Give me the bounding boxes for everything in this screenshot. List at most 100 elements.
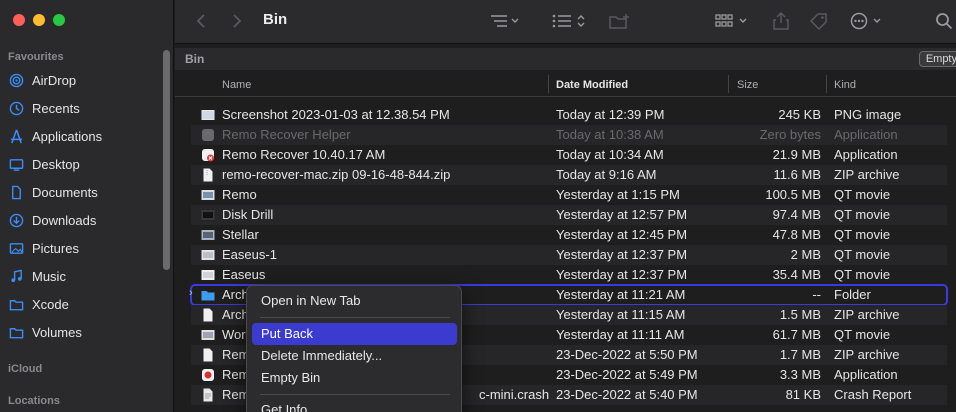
column-header-kind[interactable]: Kind — [834, 79, 856, 91]
file-date: Yesterday at 12:37 PM — [556, 247, 688, 262]
chevron-right-icon — [233, 14, 242, 28]
view-options-button[interactable] — [715, 11, 751, 31]
clock-icon — [8, 100, 24, 116]
column-header-size[interactable]: Size — [737, 79, 758, 91]
search-button[interactable] — [935, 11, 953, 31]
file-name: Screenshot 2023-01-03 at 12.38.54 PM — [222, 107, 450, 122]
file-date: Yesterday at 12:37 PM — [556, 267, 688, 282]
file-kind: QT movie — [834, 227, 891, 242]
sidebar-scrollbar[interactable] — [163, 50, 170, 270]
file-row[interactable]: Stellar Yesterday at 12:45 PM 47.8 MB QT… — [191, 225, 947, 245]
file-date: Yesterday at 12:45 PM — [556, 227, 688, 242]
file-row[interactable]: Remo Recover Helper Today at 10:38 AM Ze… — [191, 125, 947, 145]
menu-item-open-in-new-tab[interactable]: Open in New Tab — [252, 290, 457, 312]
sidebar-item-downloads[interactable]: Downloads — [8, 208, 96, 232]
sidebar-item-label: AirDrop — [32, 72, 77, 88]
column-divider[interactable] — [728, 75, 729, 93]
chevron-left-icon — [196, 14, 205, 28]
sort-button[interactable] — [552, 11, 588, 31]
file-kind: QT movie — [834, 247, 891, 262]
tag-button[interactable] — [809, 11, 829, 31]
file-name: Remo Recover 10.40.17 AM — [222, 147, 386, 162]
menu-item-get-info[interactable]: Get Info — [252, 399, 457, 412]
sidebar-item-airdrop[interactable]: AirDrop — [8, 68, 76, 92]
action-menu-button[interactable] — [850, 11, 886, 31]
file-date: Yesterday at 11:11 AM — [556, 327, 685, 342]
new-folder-button[interactable] — [609, 11, 631, 31]
sidebar-item-applications[interactable]: Applications — [8, 124, 102, 148]
sidebar-item-label: Xcode — [32, 296, 69, 312]
grid-icon — [715, 14, 747, 27]
file-kind: QT movie — [834, 187, 891, 202]
sidebar-item-label: Music — [32, 268, 66, 284]
file-size: 1.7 MB — [779, 347, 821, 362]
file-kind: QT movie — [834, 327, 891, 342]
download-icon — [8, 212, 24, 228]
menu-separator — [260, 394, 450, 395]
sidebar-item-label: Volumes — [32, 324, 82, 340]
file-row[interactable]: Easeus-1 Yesterday at 12:37 PM 2 MB QT m… — [191, 245, 947, 265]
crash-report-icon — [203, 388, 213, 402]
tag-icon — [809, 13, 827, 30]
menu-item-put-back[interactable]: Put Back — [252, 323, 457, 345]
column-header-date-modified[interactable]: Date Modified — [556, 79, 628, 91]
file-date: 23-Dec-2022 at 5:40 PM — [556, 387, 698, 402]
minimize-window-button[interactable] — [33, 14, 45, 26]
forward-button[interactable] — [231, 11, 243, 31]
column-divider[interactable] — [826, 75, 827, 93]
search-icon — [936, 13, 953, 30]
file-row[interactable]: Disk Drill Yesterday at 12:57 PM 97.4 MB… — [191, 205, 947, 225]
sidebar-item-desktop[interactable]: Desktop — [8, 152, 80, 176]
file-size: 81 KB — [785, 387, 821, 402]
file-kind: Crash Report — [834, 387, 912, 402]
app-icon — [202, 149, 214, 162]
menu-item-empty-bin[interactable]: Empty Bin — [252, 367, 457, 389]
movie-file-icon — [201, 190, 215, 200]
file-size: 61.7 MB — [772, 327, 821, 342]
file-kind: ZIP archive — [834, 307, 900, 322]
file-date: Today at 12:39 PM — [556, 107, 665, 122]
sidebar-item-recents[interactable]: Recents — [8, 96, 80, 120]
disclosure-chevron-icon[interactable]: › — [189, 287, 193, 299]
file-name-tail: c-mini.crash — [479, 387, 550, 402]
app-icon — [202, 129, 214, 141]
app-icon — [202, 369, 214, 381]
toolbar: Bin — [175, 0, 956, 44]
document-icon — [8, 184, 24, 200]
close-window-button[interactable] — [13, 14, 25, 26]
group-by-button[interactable] — [490, 11, 520, 31]
window-controls — [13, 14, 65, 26]
sidebar-item-xcode[interactable]: Xcode — [8, 292, 69, 316]
movie-file-icon — [201, 270, 215, 280]
folder-icon — [201, 291, 215, 301]
sidebar-section-locations: Locations — [8, 395, 60, 407]
file-name: Disk Drill — [222, 207, 274, 222]
column-divider[interactable] — [548, 75, 549, 93]
music-icon — [8, 268, 24, 284]
share-button[interactable] — [773, 11, 789, 31]
file-size: 97.4 MB — [772, 207, 821, 222]
file-row[interactable]: Remo Recover 10.40.17 AM Today at 10:34 … — [191, 145, 947, 165]
file-row[interactable]: Remo Yesterday at 1:15 PM 100.5 MB QT mo… — [191, 185, 947, 205]
list-sort-icon — [552, 14, 585, 28]
file-date: Today at 10:34 AM — [556, 147, 664, 162]
sidebar-item-documents[interactable]: Documents — [8, 180, 98, 204]
file-size: 245 KB — [778, 107, 821, 122]
file-row[interactable]: Easeus Yesterday at 12:37 PM 35.4 MB QT … — [191, 265, 947, 285]
column-header-name[interactable]: Name — [222, 79, 251, 91]
sidebar-section-favourites: Favourites — [8, 51, 64, 63]
back-button[interactable] — [195, 11, 207, 31]
sidebar: Favourites AirDrop Recents Applications … — [0, 0, 174, 412]
sidebar-item-music[interactable]: Music — [8, 264, 66, 288]
zoom-window-button[interactable] — [53, 14, 65, 26]
empty-bin-button[interactable]: Empty — [918, 51, 956, 67]
sidebar-item-volumes[interactable]: Volumes — [8, 320, 82, 344]
file-row[interactable]: remo-recover-mac.zip 09-16-48-844.zip To… — [191, 165, 947, 185]
file-row[interactable]: Screenshot 2023-01-03 at 12.38.54 PM Tod… — [191, 105, 947, 125]
file-kind: ZIP archive — [834, 167, 900, 182]
file-size: Zero bytes — [759, 127, 821, 142]
menu-item-delete-immediately[interactable]: Delete Immediately... — [252, 345, 457, 367]
sidebar-item-label: Pictures — [32, 240, 79, 256]
file-name: Stellar — [222, 227, 259, 242]
sidebar-item-pictures[interactable]: Pictures — [8, 236, 79, 260]
